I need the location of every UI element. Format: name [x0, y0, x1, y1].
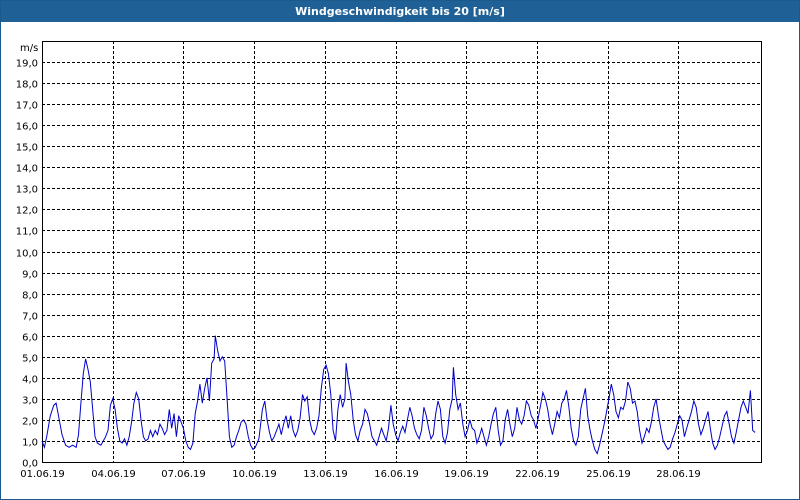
- y-tick-label: 11,0: [16, 227, 38, 238]
- x-tick-labels: 01.06.19 04.06.19 07.06.19 10.06.19 13.06.19…: [20, 469, 701, 480]
- y-tick-label: 2,0: [22, 417, 38, 428]
- x-tick-label: 28.06.19: [656, 469, 701, 480]
- y-tick-label: 19,0: [16, 59, 38, 70]
- x-tick-label: 01.06.19: [20, 469, 65, 480]
- x-tick-label: 19.06.19: [444, 469, 489, 480]
- y-tick-labels: 0,0 1,0 2,0 3,0 4,0 5,0 6,0 7,0 8,0 9,0 10,0 11,0 12…: [16, 59, 38, 470]
- y-tick-label: 7,0: [22, 312, 38, 323]
- x-tick-label: 10.06.19: [232, 469, 277, 480]
- y-tick-label: 18,0: [16, 80, 38, 91]
- y-tick-label: 4,0: [22, 375, 38, 386]
- grid-lines: [42, 41, 761, 462]
- y-tick-label: 0,0: [22, 459, 38, 470]
- y-tick-label: 13,0: [16, 185, 38, 196]
- chart-title: Windgeschwindigkeit bis 20 [m/s]: [1, 1, 799, 22]
- chart-panel: m/s 0,0 1,0 2,0 3,0 4,0 5,0 6,0 7,0 8,0 9,0 10,0 11…: [1, 22, 799, 499]
- x-tick-label: 22.06.19: [515, 469, 560, 480]
- y-tick-label: 14,0: [16, 164, 38, 175]
- x-tick-label: 25.06.19: [586, 469, 631, 480]
- y-tick-label: 10,0: [16, 249, 38, 260]
- y-tick-label: 3,0: [22, 396, 38, 407]
- y-tick-label: 8,0: [22, 291, 38, 302]
- wind-speed-chart: m/s 0,0 1,0 2,0 3,0 4,0 5,0 6,0 7,0 8,0 9,0 10,0 11…: [16, 41, 762, 480]
- y-tick-label: 9,0: [22, 270, 38, 281]
- y-axis-label: m/s: [20, 43, 38, 54]
- y-tick-label: 15,0: [16, 143, 38, 154]
- y-tick-label: 12,0: [16, 206, 38, 217]
- x-tick-label: 16.06.19: [374, 469, 419, 480]
- y-tick-label: 17,0: [16, 101, 38, 112]
- x-tick-label: 13.06.19: [303, 469, 348, 480]
- y-tick-label: 16,0: [16, 122, 38, 133]
- wind-speed-line: [41, 335, 756, 455]
- y-tick-label: 5,0: [22, 354, 38, 365]
- x-tick-label: 07.06.19: [161, 469, 206, 480]
- y-tick-label: 6,0: [22, 333, 38, 344]
- x-tick-label: 04.06.19: [91, 469, 136, 480]
- chart-window: Windgeschwindigkeit bis 20 [m/s] m/s 0,0…: [0, 0, 800, 500]
- y-tick-label: 1,0: [22, 438, 38, 449]
